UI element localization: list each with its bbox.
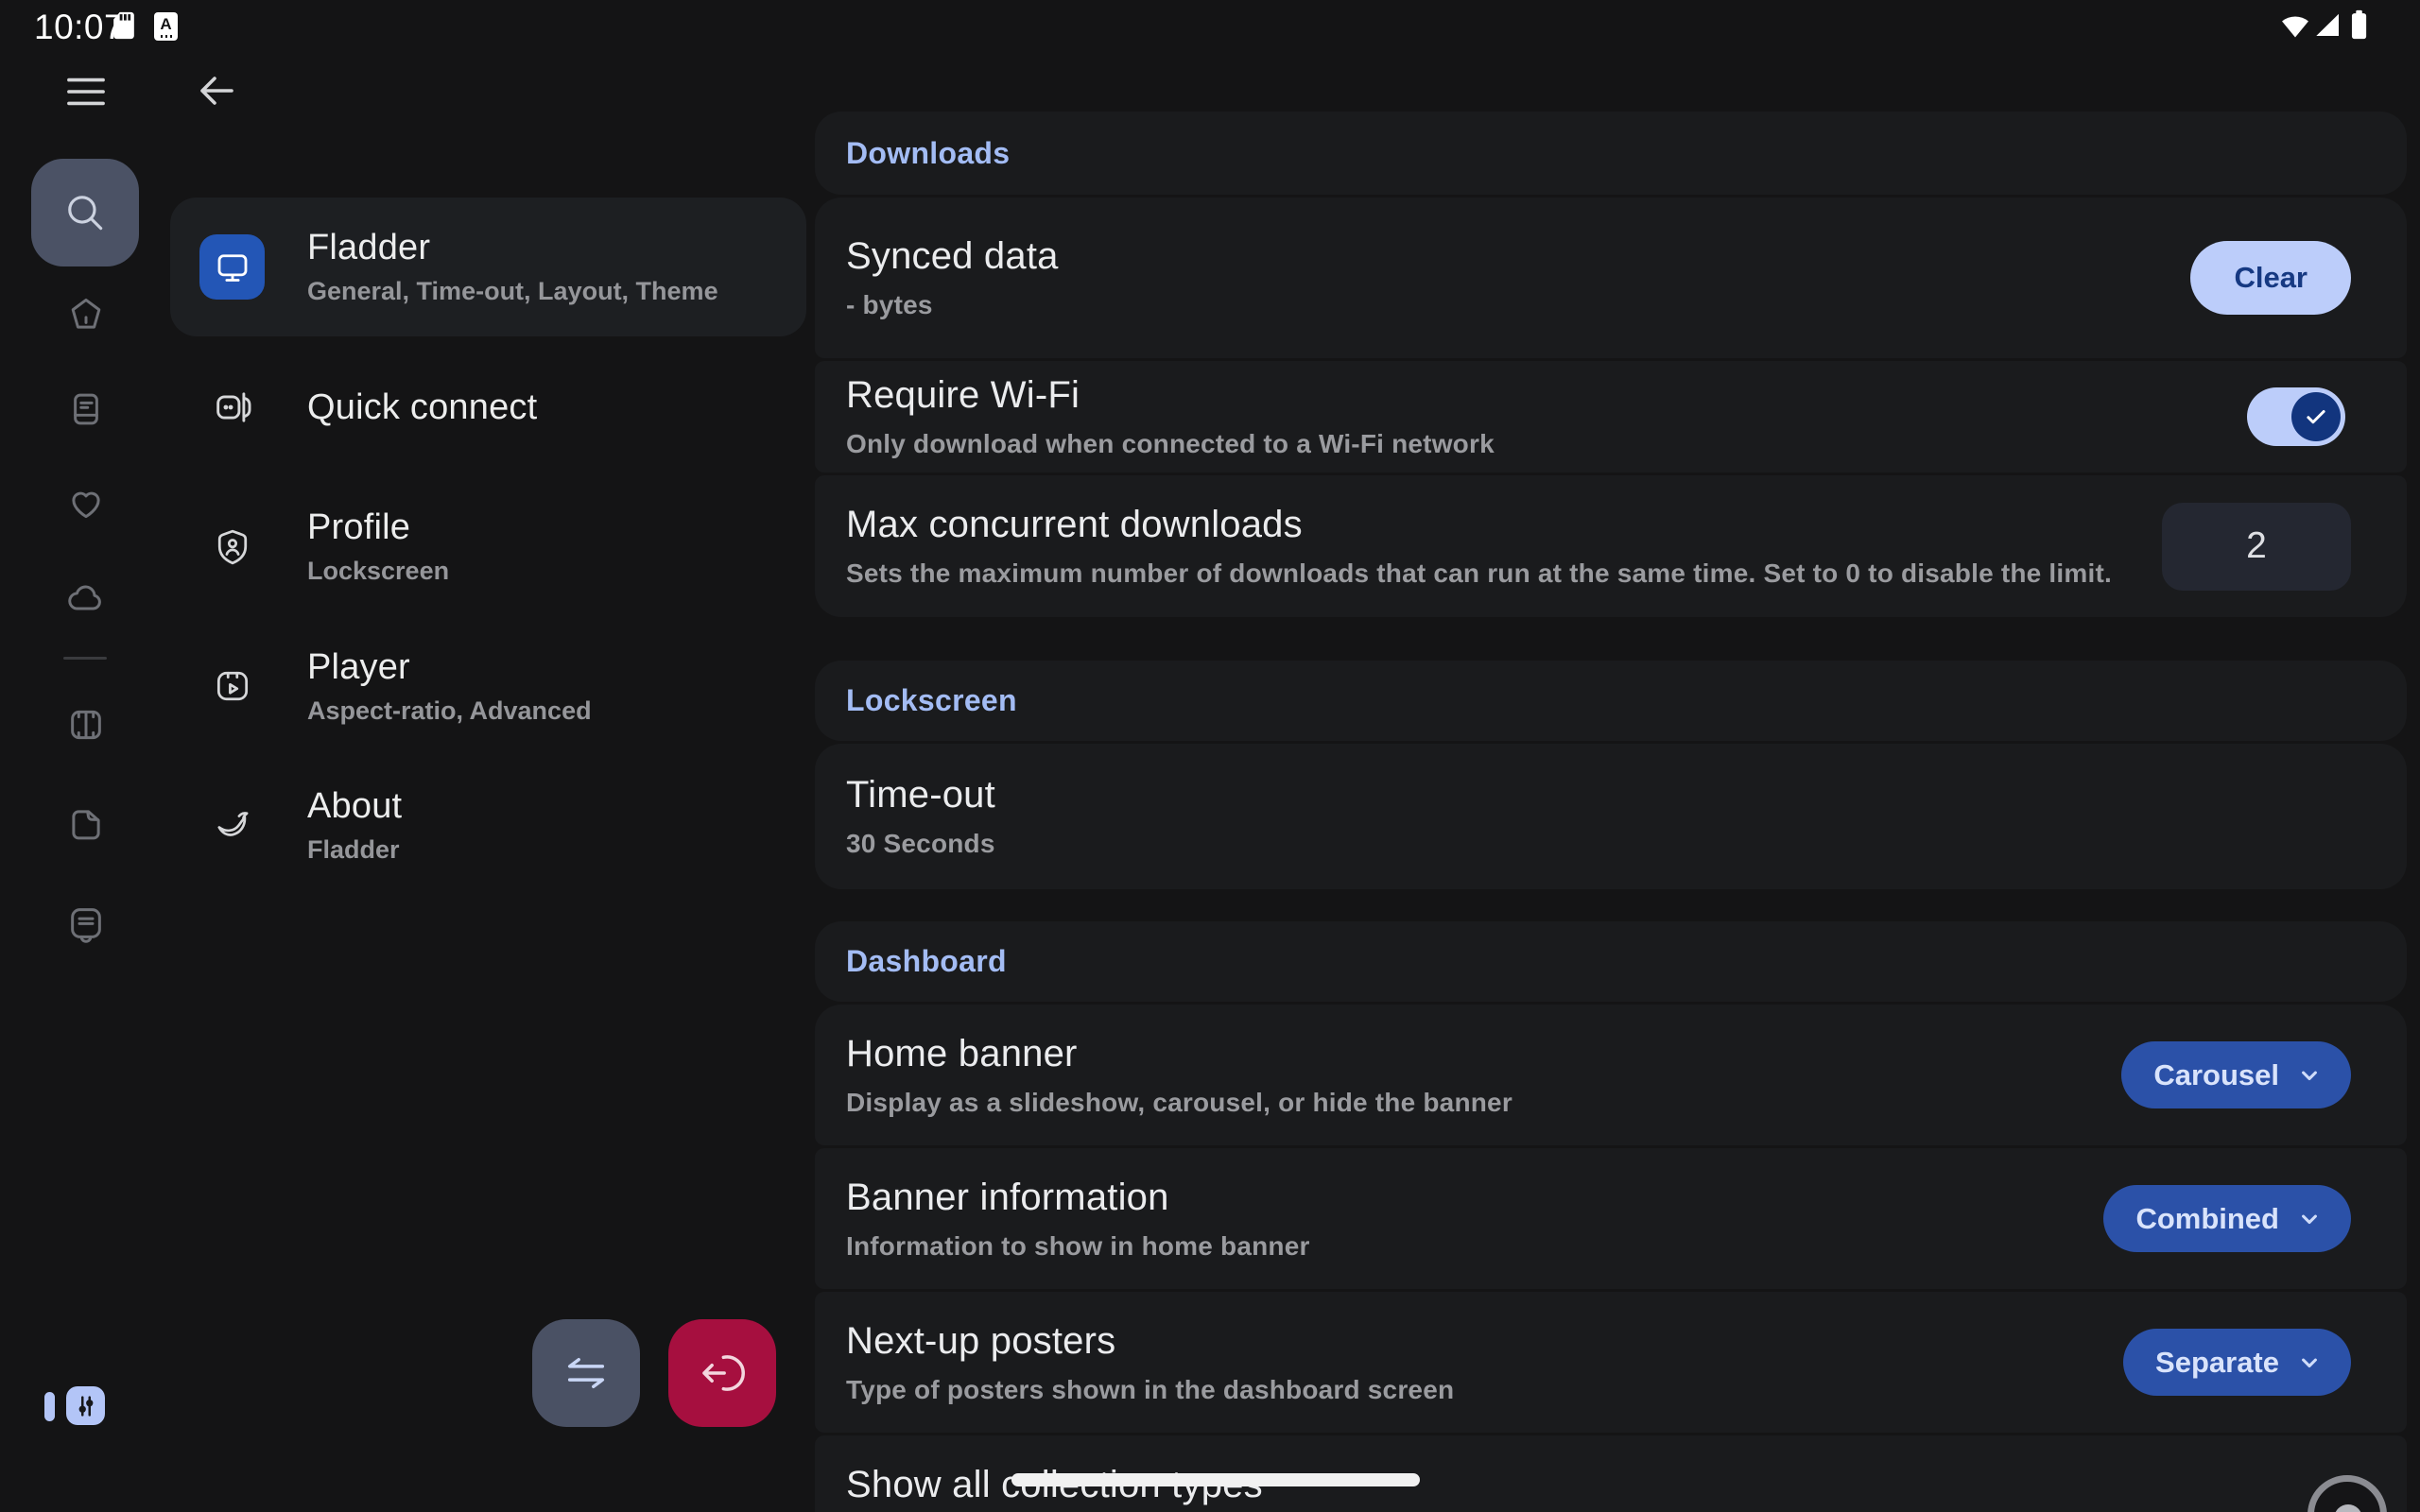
rail-divider xyxy=(63,657,107,660)
setting-subtitle: Display as a slideshow, carousel, or hid… xyxy=(846,1088,1512,1118)
setting-row-synced-data[interactable]: Synced data - bytes Clear xyxy=(815,198,2407,358)
quick-settings-button[interactable] xyxy=(66,1386,105,1425)
search-icon xyxy=(61,189,109,236)
clear-button[interactable]: Clear xyxy=(2190,241,2351,315)
settings-nav-item-player[interactable]: Player Aspect-ratio, Advanced xyxy=(170,615,806,757)
setting-row-home-banner[interactable]: Home banner Display as a slideshow, caro… xyxy=(815,1005,2407,1145)
checkmark-icon xyxy=(2302,403,2330,431)
dropdown-value: Combined xyxy=(2135,1202,2279,1236)
settings-nav-item-quick-connect[interactable]: Quick connect xyxy=(170,336,806,478)
next-up-posters-dropdown[interactable]: Separate xyxy=(2123,1329,2351,1396)
sidebar-item-library[interactable] xyxy=(66,389,106,429)
folder-icon xyxy=(66,804,106,844)
sidebar-item-home[interactable] xyxy=(66,295,106,335)
sidebar-item-collections[interactable] xyxy=(66,903,106,943)
fladder-logo-icon xyxy=(199,793,265,858)
chevron-down-icon xyxy=(2296,1349,2323,1376)
setting-subtitle: Sets the maximum number of downloads tha… xyxy=(846,558,2112,589)
logout-button[interactable] xyxy=(668,1319,776,1427)
settings-nav-item-fladder[interactable]: Fladder General, Time-out, Layout, Theme xyxy=(170,198,806,336)
section-header-label: Downloads xyxy=(846,136,1010,171)
setting-title: Synced data xyxy=(846,235,1059,278)
archive-bookmark-icon xyxy=(66,903,106,943)
setting-subtitle: Information to show in home banner xyxy=(846,1231,1310,1262)
setting-row-max-concurrent-downloads[interactable]: Max concurrent downloads Sets the maximu… xyxy=(815,475,2407,617)
mini-pill-indicator xyxy=(44,1392,55,1421)
sd-card-icon xyxy=(112,10,136,41)
setting-subtitle: Type of posters shown in the dashboard s… xyxy=(846,1375,1454,1405)
chevron-down-icon xyxy=(2296,1206,2323,1232)
player-icon xyxy=(199,654,265,719)
status-bar: 10:07 A xyxy=(0,0,2420,53)
chevron-down-icon xyxy=(2296,1062,2323,1089)
banner-information-dropdown[interactable]: Combined xyxy=(2103,1185,2351,1252)
setting-row-banner-information[interactable]: Banner information Information to show i… xyxy=(815,1148,2407,1289)
require-wifi-toggle[interactable] xyxy=(2247,387,2345,446)
hamburger-menu-icon[interactable] xyxy=(64,73,108,111)
home-banner-dropdown[interactable]: Carousel xyxy=(2121,1041,2351,1108)
section-header-label: Lockscreen xyxy=(846,683,1017,718)
setting-subtitle: 30 Seconds xyxy=(846,829,995,859)
setting-title: Home banner xyxy=(846,1033,1512,1075)
gesture-navigation-bar[interactable] xyxy=(1011,1473,1420,1486)
nav-item-subtitle: Fladder xyxy=(307,835,402,865)
home-icon xyxy=(66,295,106,335)
swap-horizontal-icon xyxy=(562,1349,611,1398)
nav-item-title: Quick connect xyxy=(307,387,537,428)
shield-person-icon xyxy=(199,514,265,579)
film-icon xyxy=(66,705,106,745)
sidebar-item-sync[interactable] xyxy=(66,578,106,618)
dropdown-value: Separate xyxy=(2155,1346,2279,1380)
heart-icon xyxy=(66,484,106,524)
setting-title: Require Wi-Fi xyxy=(846,374,1495,417)
nav-item-title: About xyxy=(307,786,402,827)
setting-subtitle: - bytes xyxy=(846,290,1059,320)
nav-item-subtitle: General, Time-out, Layout, Theme xyxy=(307,277,718,306)
logout-icon xyxy=(698,1349,747,1398)
setting-row-next-up-posters[interactable]: Next-up posters Type of posters shown in… xyxy=(815,1292,2407,1433)
sliders-icon xyxy=(72,1392,100,1420)
setting-title: Next-up posters xyxy=(846,1320,1454,1363)
setting-subtitle: Only download when connected to a Wi-Fi … xyxy=(846,429,1495,459)
fladder-settings-screen: 10:07 A xyxy=(0,0,2420,1512)
section-header-lockscreen: Lockscreen xyxy=(815,661,2407,741)
sidebar-item-favorites[interactable] xyxy=(66,484,106,524)
sidebar-item-folders[interactable] xyxy=(66,804,106,844)
section-header-label: Dashboard xyxy=(846,944,1007,979)
nav-item-title: Profile xyxy=(307,507,449,548)
section-header-dashboard: Dashboard xyxy=(815,921,2407,1002)
toggle-thumb xyxy=(2334,1504,2362,1512)
setting-title: Max concurrent downloads xyxy=(846,504,2112,546)
cloud-icon xyxy=(66,578,106,618)
max-concurrent-value-field[interactable]: 2 xyxy=(2162,503,2351,591)
clock: 10:07 xyxy=(34,8,124,47)
switch-server-button[interactable] xyxy=(532,1319,640,1427)
back-arrow-icon[interactable] xyxy=(194,68,239,113)
setting-row-require-wifi[interactable]: Require Wi-Fi Only download when connect… xyxy=(815,361,2407,472)
settings-nav-item-profile[interactable]: Profile Lockscreen xyxy=(170,478,806,615)
battery-icon xyxy=(2346,8,2371,42)
setting-row-time-out[interactable]: Time-out 30 Seconds xyxy=(815,744,2407,889)
nav-item-subtitle: Aspect-ratio, Advanced xyxy=(307,696,592,726)
nav-item-title: Fladder xyxy=(307,228,718,268)
wifi-icon xyxy=(2278,9,2312,39)
setting-title: Time-out xyxy=(846,774,995,816)
sidebar-item-search[interactable] xyxy=(31,159,139,266)
monitor-icon xyxy=(199,234,265,300)
nav-item-title: Player xyxy=(307,647,592,688)
sidebar-item-videos[interactable] xyxy=(66,705,106,745)
dropdown-value: Carousel xyxy=(2153,1058,2279,1092)
section-header-downloads: Downloads xyxy=(815,112,2407,195)
settings-nav-item-about[interactable]: About Fladder xyxy=(170,754,806,896)
app-notification-icon: A xyxy=(154,12,178,41)
signal-icon xyxy=(2312,9,2342,40)
nav-item-subtitle: Lockscreen xyxy=(307,557,449,586)
setting-title: Banner information xyxy=(846,1177,1310,1219)
quick-connect-icon xyxy=(199,375,265,440)
library-icon xyxy=(66,389,106,429)
